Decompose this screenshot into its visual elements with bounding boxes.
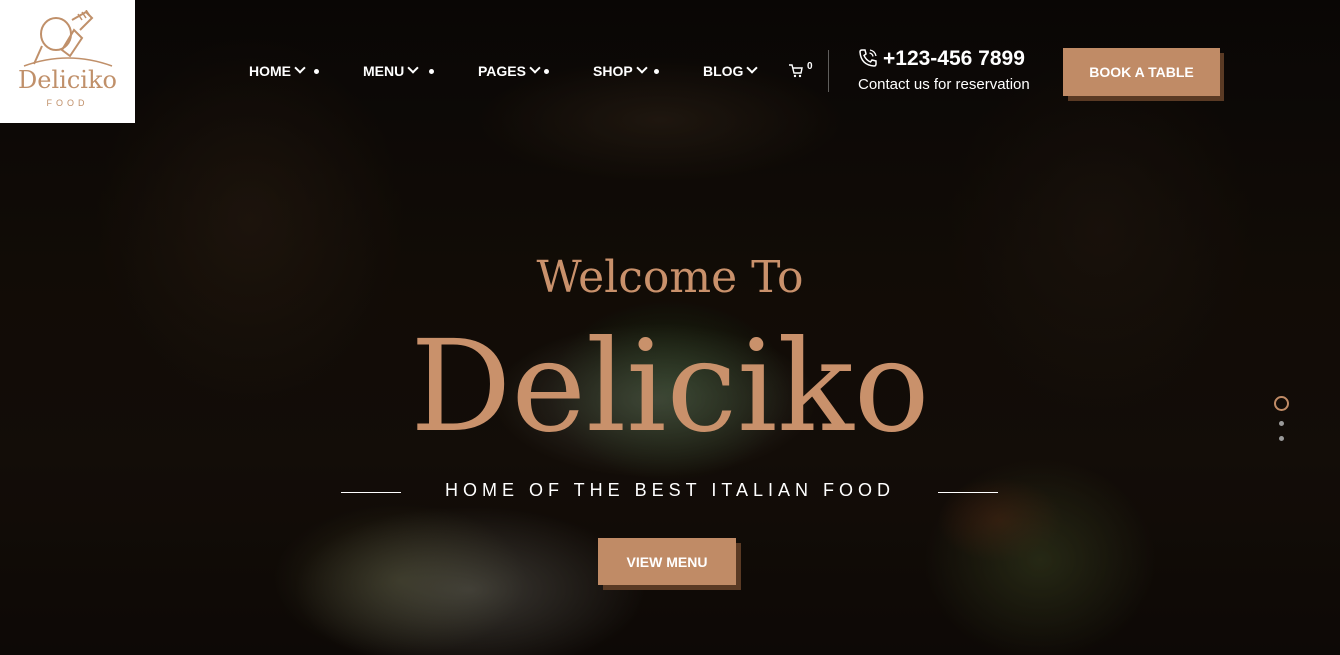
reservation-note: Contact us for reservation: [858, 76, 1030, 93]
phone-number[interactable]: +123-456 7899: [883, 47, 1025, 71]
nav-item-label: HOME: [249, 63, 291, 79]
plate-cutlery-icon: [23, 10, 113, 67]
chevron-down-icon: [636, 62, 648, 74]
site-logo[interactable]: Deliciko FOOD: [0, 0, 135, 123]
slider-dot-active[interactable]: [1274, 396, 1289, 411]
nav-item-label: BLOG: [703, 63, 744, 79]
tagline-line-right: [938, 492, 998, 493]
cart-count-badge: 0: [807, 61, 813, 72]
hero-brand-title: Deliciko: [410, 313, 930, 460]
slider-dot[interactable]: [1279, 436, 1284, 441]
book-table-button[interactable]: BOOK A TABLE: [1063, 48, 1220, 96]
hero-welcome: Welcome To: [536, 252, 804, 303]
nav-item-menu[interactable]: MENU: [363, 62, 419, 79]
nav-item-label: PAGES: [478, 63, 526, 79]
nav-item-blog[interactable]: BLOG: [703, 62, 759, 79]
chevron-down-icon: [529, 62, 541, 74]
nav-separator-dot: [544, 69, 549, 74]
chevron-down-icon: [746, 62, 759, 74]
nav-item-label: MENU: [363, 63, 405, 79]
nav-item-label: SHOP: [593, 63, 633, 79]
nav-separator-dot: [314, 69, 319, 74]
nav-separator-dot: [429, 69, 434, 74]
hero-tagline: HOME OF THE BEST ITALIAN FOOD: [444, 480, 896, 500]
view-menu-button[interactable]: VIEW MENU: [598, 538, 736, 585]
header-divider: [828, 50, 829, 92]
phone-icon: [859, 49, 877, 67]
chevron-down-icon: [407, 62, 419, 74]
shopping-cart-icon[interactable]: [789, 64, 803, 78]
nav-separator-dot: [654, 69, 659, 74]
nav-item-shop[interactable]: SHOP: [593, 62, 648, 79]
nav-item-home[interactable]: HOME: [249, 62, 306, 79]
logo-tagline: FOOD: [46, 98, 89, 108]
nav-item-pages[interactable]: PAGES: [478, 62, 541, 79]
logo-name: Deliciko: [18, 66, 117, 94]
slider-dot[interactable]: [1279, 421, 1284, 426]
chevron-down-icon: [294, 62, 306, 74]
